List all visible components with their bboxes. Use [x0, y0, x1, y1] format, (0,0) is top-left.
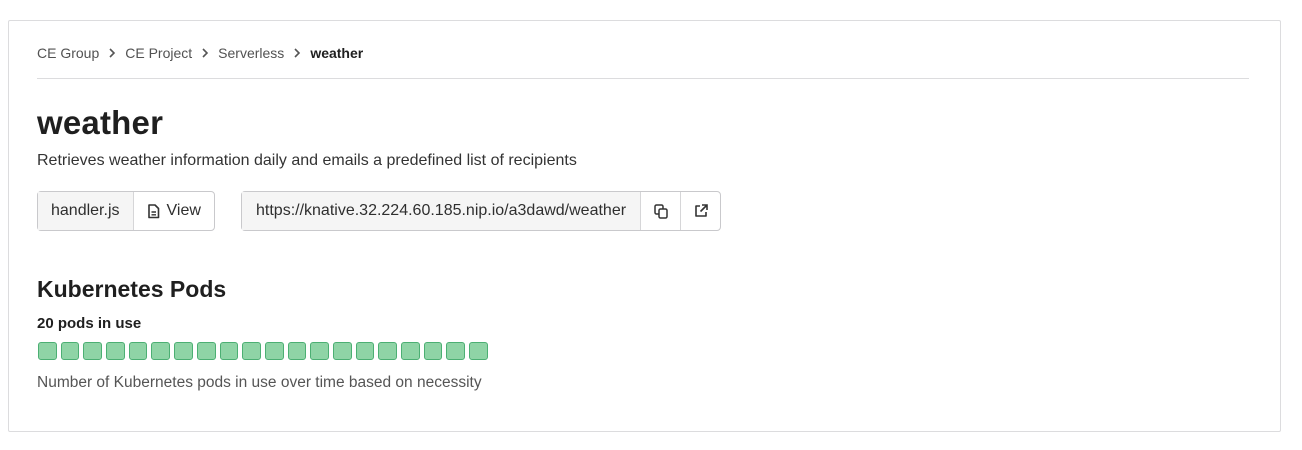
pod-indicator — [151, 342, 171, 360]
pod-indicator — [401, 342, 420, 360]
pod-indicator — [38, 342, 57, 360]
header-divider — [37, 78, 1249, 79]
chevron-right-icon — [293, 48, 301, 58]
pod-indicator — [106, 342, 125, 360]
external-link-icon — [693, 203, 709, 219]
open-url-button[interactable] — [680, 192, 720, 230]
view-button[interactable]: View — [132, 192, 214, 230]
pod-indicator — [446, 342, 466, 360]
pods-heading: Kubernetes Pods — [37, 276, 227, 302]
pod-indicator — [242, 342, 261, 360]
pod-indicator — [423, 342, 443, 360]
view-button-label: View — [166, 202, 201, 219]
pod-indicator — [332, 342, 352, 360]
function-url[interactable]: https://knative.32.224.60.185.nip.io/a3d… — [242, 192, 641, 230]
pod-indicator — [264, 342, 284, 360]
breadcrumb-item-group[interactable]: CE Group — [37, 45, 99, 61]
breadcrumb-item-project[interactable]: CE Project — [125, 45, 192, 61]
pod-indicator — [60, 342, 80, 360]
breadcrumb-item-serverless[interactable]: Serverless — [218, 45, 284, 61]
copy-url-button[interactable] — [640, 192, 680, 230]
chevron-right-icon — [108, 48, 116, 58]
pod-indicator — [287, 342, 307, 360]
pod-indicator — [469, 342, 488, 360]
pods-help-text: Number of Kubernetes pods in use over ti… — [37, 374, 482, 391]
pods-count-label: 20 pods in use — [37, 315, 142, 332]
pod-indicator — [83, 342, 103, 360]
copy-icon — [653, 203, 669, 219]
pod-indicator — [219, 342, 239, 360]
pods-usage-bar — [38, 342, 488, 360]
breadcrumb-item-current: weather — [310, 45, 364, 61]
pod-indicator — [378, 342, 397, 360]
pod-indicator — [196, 342, 216, 360]
page-title: weather — [37, 104, 164, 141]
chevron-right-icon — [201, 48, 209, 58]
handler-file-label: handler.js — [38, 192, 133, 230]
pod-indicator — [174, 342, 193, 360]
function-details-card: CE Group CE Project Serverless weather w… — [8, 20, 1281, 432]
function-description: Retrieves weather information daily and … — [37, 152, 577, 169]
url-button-group: https://knative.32.224.60.185.nip.io/a3d… — [241, 191, 722, 231]
pod-indicator — [128, 342, 148, 360]
pod-indicator — [355, 342, 375, 360]
breadcrumb: CE Group CE Project Serverless weather — [37, 43, 363, 63]
file-icon — [147, 203, 160, 219]
pod-indicator — [310, 342, 329, 360]
handler-button-group: handler.js View — [37, 191, 215, 231]
